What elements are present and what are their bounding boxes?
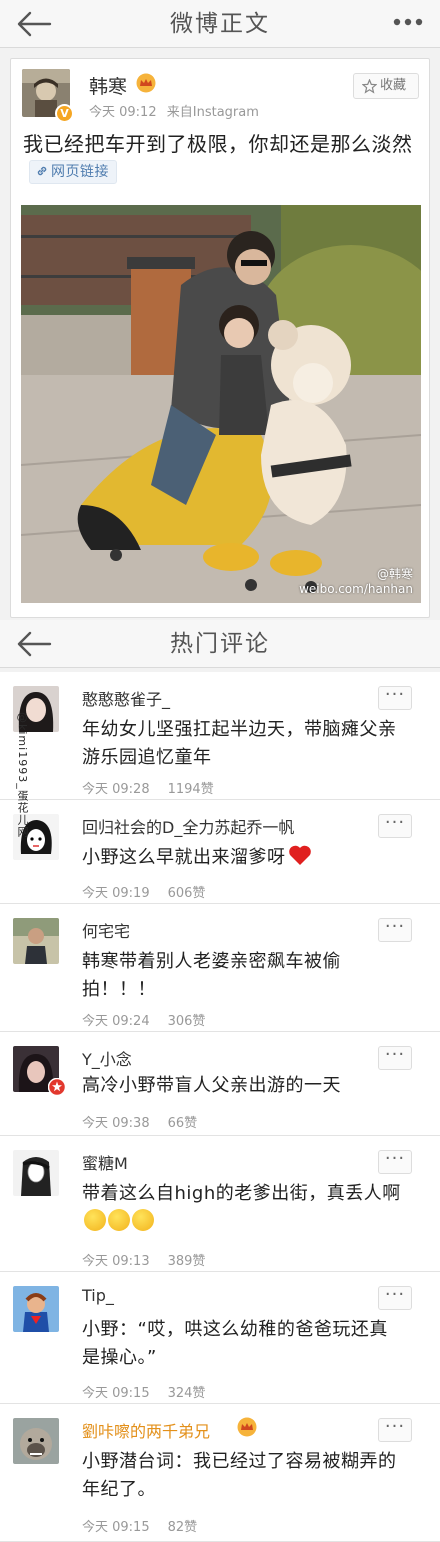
post-time: 今天 09:12 (89, 105, 157, 120)
comment-likes[interactable]: 82赞 (168, 1520, 198, 1535)
post-source: 来自Instagram (166, 105, 259, 120)
page-title: 微博正文 (170, 11, 270, 37)
comment-time: 今天 09:38 (82, 1116, 150, 1131)
post-photo[interactable]: @韩寒 weibo.com/hanhan (21, 205, 421, 603)
post-content: 我已经把车开到了极限，你却还是那么淡然网页链接 (23, 131, 423, 185)
comment-text: 小野：“哎，哄这么幼稚的爸爸玩还真是操心。” (82, 1319, 388, 1368)
comment-more-button[interactable]: ··· (378, 814, 412, 838)
photo-watermark: @韩寒 weibo.com/hanhan (299, 567, 413, 597)
commenter-name[interactable]: 劉咔嚓的两千弟兄 (82, 1418, 210, 1442)
comment-likes[interactable]: 389赞 (168, 1254, 206, 1269)
comment-item: 何宅宅 ··· 韩寒带着别人老婆亲密飙车被偷拍！！！ 今天 09:24 306赞 (0, 904, 440, 1032)
comment-item: 蜜糖M ··· 带着这么自high的老爹出街，真丢人啊 今天 09:13 389赞 (0, 1136, 440, 1272)
web-link-button[interactable]: 网页链接 (29, 160, 117, 184)
more-dots-icon (393, 18, 423, 26)
comment-text: 韩寒带着别人老婆亲密飙车被偷拍！！！ (82, 951, 341, 1000)
comment-text: 年幼女儿坚强扛起半边天，带脑瘫父亲游乐园追忆童年 (82, 719, 397, 768)
verified-badge-icon: V (55, 104, 74, 123)
comment-text: 高冷小野带盲人父亲出游的一天 (82, 1075, 341, 1096)
comment-likes[interactable]: 66赞 (168, 1116, 198, 1131)
comment-text: 带着这么自high的老爹出街，真丢人啊 (82, 1183, 401, 1204)
comment-time: 今天 09:24 (82, 1014, 150, 1029)
comment-time: 今天 09:13 (82, 1254, 150, 1269)
comment-more-button[interactable]: ··· (378, 1286, 412, 1310)
comment-content: 小野这么早就出来溜爹呀 (82, 844, 402, 872)
favorite-label: 收藏 (380, 78, 407, 93)
comment-likes[interactable]: 306赞 (168, 1014, 206, 1029)
emoji-icon (84, 1209, 106, 1231)
comment-more-button[interactable]: ··· (378, 686, 412, 710)
emoji-icon (132, 1209, 154, 1231)
comment-meta: 今天 09:28 1194赞 (82, 778, 232, 797)
comment-meta: 今天 09:38 66赞 (82, 1112, 215, 1131)
comment-more-button[interactable]: ··· (378, 1046, 412, 1070)
top-navbar: 微博正文 (0, 0, 440, 48)
photo-watermark-handle: @韩寒 (376, 567, 413, 581)
comment-meta: 今天 09:13 389赞 (82, 1250, 223, 1269)
crown-icon (136, 73, 156, 93)
comment-more-button[interactable]: ··· (378, 918, 412, 942)
commenter-avatar[interactable] (13, 1150, 59, 1196)
crown-icon (237, 1417, 257, 1437)
commenter-name[interactable]: 何宅宅 (82, 918, 130, 942)
commenter-avatar[interactable] (13, 918, 59, 964)
star-icon (362, 79, 377, 94)
comment-likes[interactable]: 1194赞 (168, 782, 214, 797)
comment-more-button[interactable]: ··· (378, 1418, 412, 1442)
post-meta: 今天 09:12 来自Instagram (89, 101, 265, 120)
comment-item: 回归社会的D_全力苏起乔一帆 ··· 小野这么早就出来溜爹呀 今天 09:19 6… (0, 800, 440, 904)
emoji-icon (108, 1209, 130, 1231)
comment-meta: 今天 09:15 82赞 (82, 1516, 215, 1535)
post-author-name[interactable]: 韩寒 (89, 72, 127, 99)
commenter-name[interactable]: 回归社会的D_全力苏起乔一帆 (82, 814, 294, 838)
commenter-name[interactable]: Y_小念 (82, 1046, 132, 1070)
red-heart-icon (288, 845, 311, 865)
comment-item: 劉咔嚓的两千弟兄 ··· 小野潜台词：我已经过了容易被糊弄的年纪了。 今天 09… (0, 1404, 440, 1542)
photo-watermark-url: weibo.com/hanhan (299, 582, 413, 596)
commenter-avatar[interactable] (13, 1418, 59, 1464)
post-card: V 韩寒 今天 09:12 来自Instagram 收藏 我已经把车开到了极限，… (10, 58, 430, 618)
comment-time: 今天 09:19 (82, 886, 150, 901)
comment-item: Y_小念 ··· 高冷小野带盲人父亲出游的一天 今天 09:38 66赞 (0, 1032, 440, 1136)
comment-likes[interactable]: 606赞 (168, 886, 206, 901)
star-badge-icon (48, 1078, 66, 1096)
comment-time: 今天 09:28 (82, 782, 150, 797)
comment-likes[interactable]: 324赞 (168, 1386, 206, 1401)
post-photo-image (21, 205, 421, 603)
side-watermark: @kimi1993_蛋花儿网 (16, 712, 29, 838)
commenter-name[interactable]: Tip_ (82, 1286, 114, 1305)
favorite-button[interactable]: 收藏 (353, 73, 419, 99)
comment-meta: 今天 09:24 306赞 (82, 1010, 223, 1029)
comment-item: 憨憨憨雀子_ ··· 年幼女儿坚强扛起半边天，带脑瘫父亲游乐园追忆童年 今天 0… (0, 672, 440, 800)
commenter-name[interactable]: 憨憨憨雀子_ (82, 686, 170, 710)
post-text: 我已经把车开到了极限，你却还是那么淡然 (23, 132, 413, 156)
comment-more-button[interactable]: ··· (378, 1150, 412, 1174)
web-link-label: 网页链接 (51, 164, 109, 180)
comments-section-title: 热门评论 (170, 631, 270, 657)
comment-item: Tip_ ··· 小野：“哎，哄这么幼稚的爸爸玩还真是操心。” 今天 09:15… (0, 1272, 440, 1404)
more-options-button[interactable] (390, 10, 426, 34)
comment-time: 今天 09:15 (82, 1520, 150, 1535)
commenter-avatar[interactable] (13, 1286, 59, 1332)
comment-meta: 今天 09:19 606赞 (82, 882, 223, 901)
comments-navbar: 热门评论 (0, 620, 440, 668)
comment-text: 小野潜台词：我已经过了容易被糊弄的年纪了。 (82, 1451, 397, 1500)
comment-text: 小野这么早就出来溜爹呀 (82, 847, 286, 868)
link-icon (37, 166, 47, 176)
comment-meta: 今天 09:15 324赞 (82, 1382, 223, 1401)
commenter-name[interactable]: 蜜糖M (82, 1150, 128, 1174)
comment-content: 带着这么自high的老爹出街，真丢人啊 (82, 1180, 402, 1236)
comment-time: 今天 09:15 (82, 1386, 150, 1401)
